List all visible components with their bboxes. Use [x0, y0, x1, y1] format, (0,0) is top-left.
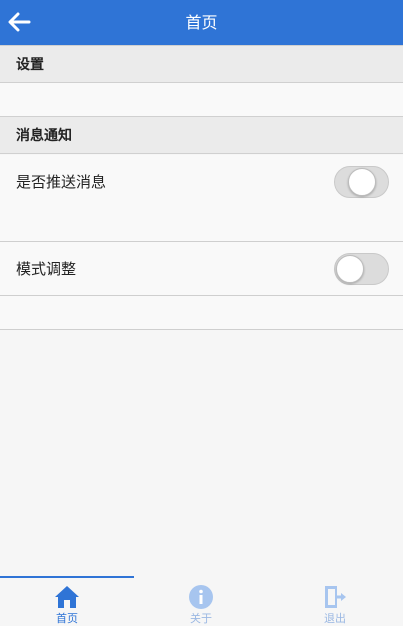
setting-row-mode: 模式调整 [0, 242, 403, 296]
info-icon [187, 584, 215, 610]
active-tab-indicator [0, 576, 134, 578]
home-icon [53, 584, 81, 610]
tab-exit[interactable]: 退出 [268, 576, 402, 625]
empty-row [0, 83, 403, 117]
exit-icon [321, 584, 349, 610]
setting-label-mode: 模式调整 [16, 260, 77, 278]
section-header-notifications: 消息通知 [0, 116, 403, 154]
toggle-knob [336, 255, 364, 283]
tab-home[interactable]: 首页 [0, 576, 134, 625]
setting-label-push: 是否推送消息 [16, 173, 107, 191]
bottom-tab-bar: 首页 关于 退出 [0, 576, 403, 625]
empty-row [0, 208, 403, 242]
mode-toggle[interactable] [334, 253, 389, 285]
empty-row [0, 296, 403, 330]
push-toggle[interactable] [334, 166, 389, 198]
setting-row-push: 是否推送消息 [0, 155, 403, 209]
page-title: 首页 [185, 13, 218, 32]
tab-about[interactable]: 关于 [134, 576, 268, 625]
top-bar: 首页 [0, 0, 403, 46]
section-header-settings: 设置 [0, 45, 403, 83]
toggle-knob [348, 168, 376, 196]
